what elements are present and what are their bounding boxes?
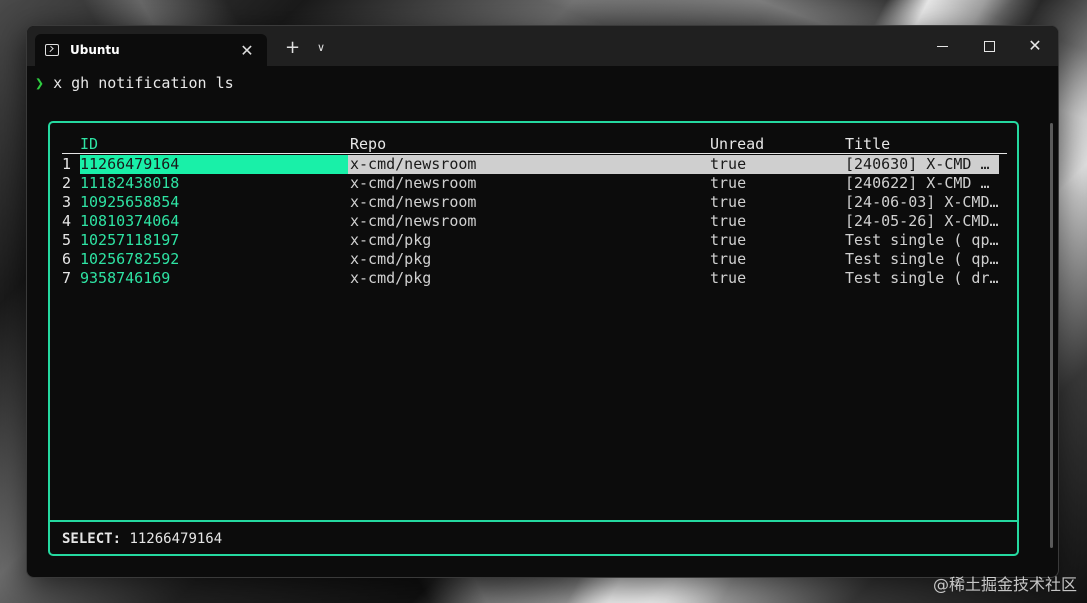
row-number: 2 [62,174,72,192]
notification-repo: x-cmd/pkg [350,269,432,287]
table-header: ID Repo Unread Title [50,135,1017,153]
notification-title: [240622] X-CMD … [845,174,990,192]
table-row[interactable]: 7 9358746169 x-cmd/pkg true Test single … [50,269,1017,288]
notification-repo: x-cmd/newsroom [350,193,477,211]
notification-unread: true [710,250,747,268]
notification-title: [24-05-26] X-CMD… [845,212,999,230]
notification-unread: true [710,269,747,287]
maximize-button[interactable] [974,34,1004,58]
notification-id: 10810374064 [80,212,180,230]
row-number: 1 [62,155,72,173]
select-label: SELECT: [62,531,122,547]
notification-title: [24-06-03] X-CMD… [845,193,999,211]
header-repo[interactable]: Repo [350,135,386,154]
prompt-arrow-icon: ❯ [35,74,45,92]
tab-dropdown-button[interactable]: ∨ [317,39,325,57]
close-window-button[interactable]: ✕ [1020,34,1050,58]
footer-divider [50,520,1017,522]
notification-title: Test single ( dr… [845,269,999,287]
table-row[interactable]: 5 10257118197 x-cmd/pkg true Test single… [50,231,1017,250]
table-row[interactable]: 6 10256782592 x-cmd/pkg true Test single… [50,250,1017,269]
header-divider [62,153,1007,154]
notification-title: Test single ( qp… [845,231,999,249]
table-row[interactable]: 3 10925658854 x-cmd/newsroom true [24-06… [50,193,1017,212]
command-prompt: ❯ x gh notification ls [35,74,234,92]
notification-unread: true [710,193,747,211]
notification-id: 10925658854 [80,193,180,211]
notification-repo: x-cmd/newsroom [350,174,477,192]
selection-status: SELECT: 11266479164 [62,531,222,547]
watermark-text: @稀土掘金技术社区 [932,575,1077,594]
row-number: 7 [62,269,72,287]
notification-id: 10256782592 [80,250,180,268]
notification-repo: x-cmd/newsroom [350,212,477,230]
notification-unread: true [710,174,747,192]
command-text: x gh notification ls [53,74,234,92]
notification-repo: x-cmd/newsroom [350,155,477,173]
table-row[interactable]: 1 11266479164 x-cmd/newsroom true [24063… [50,155,1017,174]
maximize-icon [983,40,995,52]
notification-id: 11266479164 [80,155,180,173]
terminal-icon [45,44,59,56]
row-number: 6 [62,250,72,268]
notification-repo: x-cmd/pkg [350,231,432,249]
minimize-button[interactable] [927,34,957,58]
title-bar: Ubuntu ✕ + ∨ ✕ [27,26,1058,66]
notification-title: [240630] X-CMD … [845,155,990,173]
table-row[interactable]: 2 11182438018 x-cmd/newsroom true [24062… [50,174,1017,193]
new-tab-button[interactable]: + [285,38,300,58]
tab-close-button[interactable]: ✕ [239,41,255,60]
notification-table-panel: ID Repo Unread Title 1 11266479164 x-cmd… [48,121,1019,556]
notification-id: 10257118197 [80,231,180,249]
notification-unread: true [710,212,747,230]
row-number: 4 [62,212,72,230]
table-row[interactable]: 4 10810374064 x-cmd/newsroom true [24-05… [50,212,1017,231]
row-number: 5 [62,231,72,249]
table-body: 1 11266479164 x-cmd/newsroom true [24063… [50,155,1017,288]
notification-repo: x-cmd/pkg [350,250,432,268]
terminal-window: Ubuntu ✕ + ∨ ✕ ❯ x gh notification ls ID… [26,25,1059,578]
minimize-icon [936,45,948,47]
header-unread[interactable]: Unread [710,135,764,154]
header-title[interactable]: Title [845,135,890,154]
scrollbar[interactable] [1050,123,1053,548]
notification-id: 9358746169 [80,269,171,287]
notification-unread: true [710,231,747,249]
notification-id: 11182438018 [80,174,180,192]
tab-ubuntu[interactable]: Ubuntu ✕ [35,34,267,66]
row-number: 3 [62,193,72,211]
notification-unread: true [710,155,747,173]
notification-title: Test single ( qp… [845,250,999,268]
tab-title: Ubuntu [70,43,120,57]
select-value: 11266479164 [129,531,223,547]
header-id[interactable]: ID [80,135,98,154]
